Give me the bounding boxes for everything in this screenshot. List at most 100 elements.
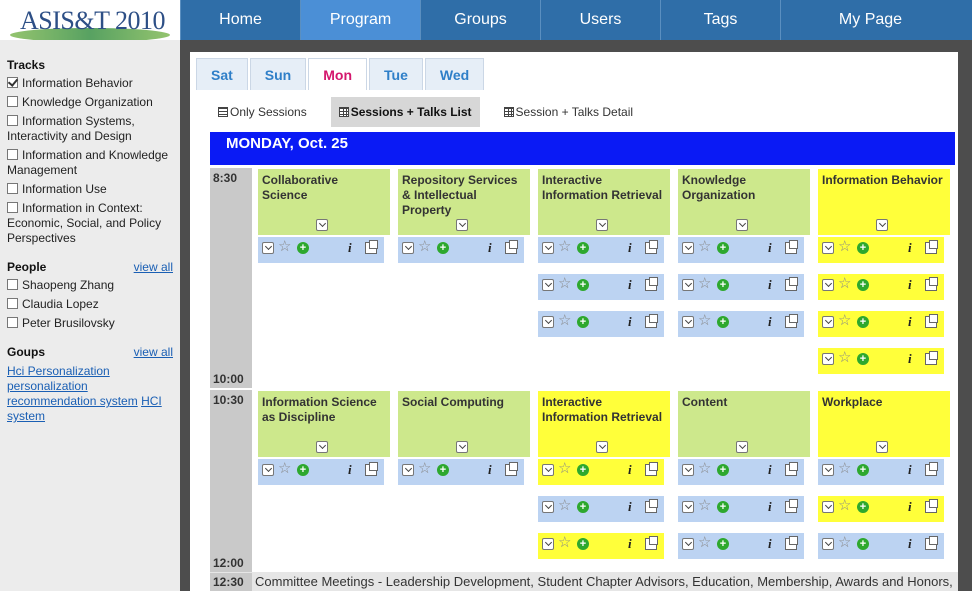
- info-icon[interactable]: i: [628, 241, 632, 255]
- add-icon[interactable]: +: [717, 538, 729, 550]
- star-icon[interactable]: ☆: [838, 350, 851, 365]
- sessions-talks-list-option[interactable]: Sessions + Talks List: [330, 97, 480, 127]
- talk-row[interactable]: ☆ + i: [818, 459, 944, 485]
- checkbox-icon[interactable]: [7, 202, 18, 213]
- add-icon[interactable]: +: [577, 501, 589, 513]
- session-card[interactable]: Information Science as Discipline: [258, 391, 390, 457]
- add-icon[interactable]: +: [577, 464, 589, 476]
- popout-icon[interactable]: [645, 240, 658, 254]
- star-icon[interactable]: ☆: [558, 535, 571, 550]
- add-icon[interactable]: +: [437, 242, 449, 254]
- info-icon[interactable]: i: [348, 241, 352, 255]
- add-icon[interactable]: +: [577, 242, 589, 254]
- popout-icon[interactable]: [925, 314, 938, 328]
- nav-home[interactable]: Home: [180, 0, 300, 40]
- expand-icon[interactable]: [822, 538, 834, 550]
- session-card[interactable]: Workplace: [818, 391, 950, 457]
- talk-row[interactable]: ☆ + i: [678, 533, 804, 559]
- popout-icon[interactable]: [645, 277, 658, 291]
- info-icon[interactable]: i: [628, 315, 632, 329]
- expand-icon[interactable]: [542, 538, 554, 550]
- tab-sun[interactable]: Sun: [249, 58, 307, 90]
- add-icon[interactable]: +: [857, 279, 869, 291]
- expand-icon[interactable]: [736, 219, 748, 231]
- star-icon[interactable]: ☆: [418, 461, 431, 476]
- group-tag-link[interactable]: system: [7, 409, 45, 423]
- expand-icon[interactable]: [262, 242, 274, 254]
- talk-row[interactable]: ☆ + i: [538, 311, 664, 337]
- expand-icon[interactable]: [822, 353, 834, 365]
- track-item[interactable]: Knowledge Organization: [7, 95, 173, 110]
- info-icon[interactable]: i: [908, 500, 912, 514]
- expand-icon[interactable]: [596, 441, 608, 453]
- talk-row[interactable]: ☆ + i: [258, 459, 384, 485]
- nav-users[interactable]: Users: [540, 0, 660, 40]
- checkbox-icon[interactable]: [7, 183, 18, 194]
- expand-icon[interactable]: [596, 219, 608, 231]
- info-icon[interactable]: i: [488, 463, 492, 477]
- info-icon[interactable]: i: [908, 315, 912, 329]
- nav-tags[interactable]: Tags: [660, 0, 780, 40]
- add-icon[interactable]: +: [857, 538, 869, 550]
- star-icon[interactable]: ☆: [838, 535, 851, 550]
- group-tag-link[interactable]: Hci Personalization: [7, 364, 110, 378]
- logo[interactable]: ASIS&T 2010: [0, 0, 180, 40]
- expand-icon[interactable]: [542, 242, 554, 254]
- add-icon[interactable]: +: [857, 242, 869, 254]
- popout-icon[interactable]: [645, 462, 658, 476]
- info-icon[interactable]: i: [768, 500, 772, 514]
- talk-row[interactable]: ☆ + i: [818, 533, 944, 559]
- star-icon[interactable]: ☆: [838, 276, 851, 291]
- info-icon[interactable]: i: [768, 241, 772, 255]
- expand-icon[interactable]: [682, 538, 694, 550]
- info-icon[interactable]: i: [628, 278, 632, 292]
- checkbox-icon[interactable]: [7, 77, 18, 88]
- people-view-all-link[interactable]: view all: [134, 260, 173, 274]
- expand-icon[interactable]: [316, 219, 328, 231]
- star-icon[interactable]: ☆: [698, 535, 711, 550]
- add-icon[interactable]: +: [577, 538, 589, 550]
- info-icon[interactable]: i: [908, 463, 912, 477]
- group-tag-link[interactable]: recommendation system: [7, 394, 138, 408]
- checkbox-icon[interactable]: [7, 149, 18, 160]
- popout-icon[interactable]: [785, 462, 798, 476]
- nav-program[interactable]: Program: [300, 0, 420, 40]
- star-icon[interactable]: ☆: [838, 498, 851, 513]
- talk-row[interactable]: ☆ + i: [678, 274, 804, 300]
- add-icon[interactable]: +: [577, 279, 589, 291]
- talk-row[interactable]: ☆ + i: [538, 459, 664, 485]
- groups-view-all-link[interactable]: view all: [134, 345, 173, 360]
- talk-row[interactable]: ☆ + i: [818, 496, 944, 522]
- popout-icon[interactable]: [645, 314, 658, 328]
- popout-icon[interactable]: [785, 499, 798, 513]
- expand-icon[interactable]: [542, 501, 554, 513]
- expand-icon[interactable]: [542, 464, 554, 476]
- add-icon[interactable]: +: [297, 464, 309, 476]
- talk-row[interactable]: ☆ + i: [398, 459, 524, 485]
- talk-row[interactable]: ☆ + i: [538, 274, 664, 300]
- talk-row[interactable]: ☆ + i: [818, 274, 944, 300]
- group-tag-link[interactable]: personalization: [7, 379, 88, 393]
- only-sessions-option[interactable]: Only Sessions: [210, 97, 315, 127]
- track-item[interactable]: Information in Context: Economic, Social…: [7, 201, 173, 246]
- expand-icon[interactable]: [822, 316, 834, 328]
- expand-icon[interactable]: [682, 242, 694, 254]
- session-card[interactable]: Information Behavior: [818, 169, 950, 235]
- info-icon[interactable]: i: [628, 537, 632, 551]
- add-icon[interactable]: +: [717, 464, 729, 476]
- nav-my-page[interactable]: My Page: [780, 0, 960, 40]
- expand-icon[interactable]: [456, 441, 468, 453]
- star-icon[interactable]: ☆: [698, 276, 711, 291]
- tab-sat[interactable]: Sat: [196, 58, 248, 90]
- session-card[interactable]: Collaborative Science: [258, 169, 390, 235]
- talk-row[interactable]: ☆ + i: [678, 459, 804, 485]
- info-icon[interactable]: i: [908, 352, 912, 366]
- person-item[interactable]: Peter Brusilovsky: [7, 316, 173, 331]
- footer-session-row[interactable]: 12:30 Committee Meetings - Leadership Dev…: [210, 572, 958, 591]
- star-icon[interactable]: ☆: [278, 461, 291, 476]
- popout-icon[interactable]: [365, 462, 378, 476]
- expand-icon[interactable]: [402, 464, 414, 476]
- person-item[interactable]: Shaopeng Zhang: [7, 278, 173, 293]
- talk-row[interactable]: ☆ + i: [678, 311, 804, 337]
- checkbox-icon[interactable]: [7, 298, 18, 309]
